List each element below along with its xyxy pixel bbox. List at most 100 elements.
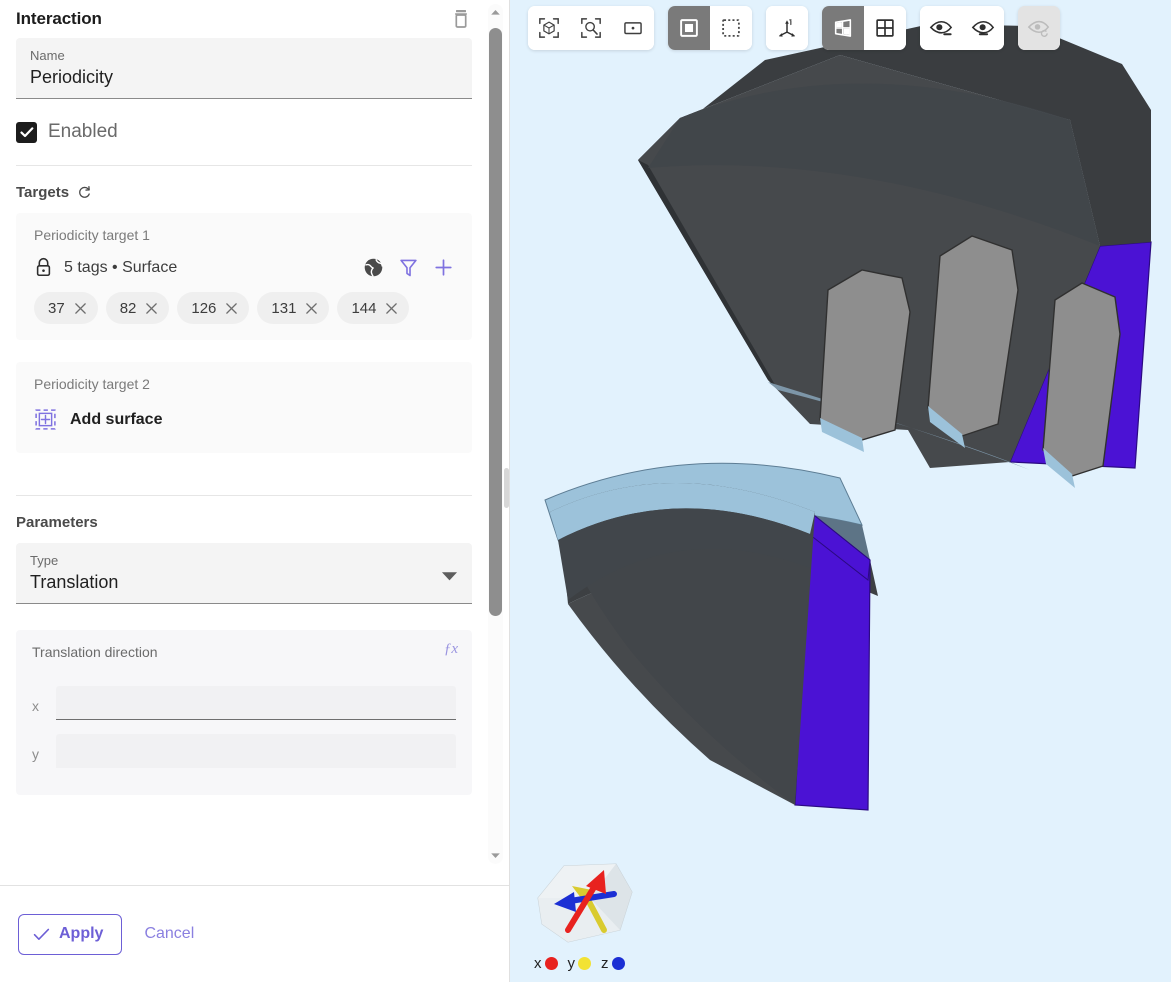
zoom-to-selection-icon (581, 18, 601, 38)
hide-selected-icon (929, 20, 953, 36)
enabled-checkbox[interactable] (16, 121, 37, 143)
axis-legend-y: y (568, 955, 591, 972)
panel-header: Interaction (0, 0, 488, 38)
apply-button[interactable]: Apply (18, 913, 123, 955)
direction-y-label: y (32, 746, 39, 762)
scroll-down-button[interactable] (489, 849, 502, 862)
delete-interaction-button[interactable] (448, 6, 474, 32)
select-solid-button[interactable] (668, 6, 710, 50)
visibility-group (920, 6, 1004, 50)
direction-x-input[interactable] (56, 686, 456, 720)
filter-icon (400, 259, 417, 276)
shaded-perspective-icon (834, 19, 852, 37)
magnet-slot-1[interactable] (819, 269, 911, 441)
close-icon (226, 302, 238, 314)
plus-icon (435, 259, 452, 276)
motor-sector-3d-model[interactable] (510, 0, 1171, 982)
enabled-label: Enabled (48, 121, 118, 142)
fx-icon[interactable]: ƒx (444, 641, 458, 658)
scroll-up-button[interactable] (489, 6, 502, 19)
target-1-row: 5 tags • Surface (34, 257, 454, 278)
parameters-section-header: Parameters (0, 496, 488, 543)
refresh-targets-button[interactable] (77, 185, 92, 200)
type-field-value: Translation (30, 572, 119, 592)
navigation-cube-graphic[interactable] (524, 854, 644, 954)
close-icon (306, 302, 318, 314)
panel-scroll-area: Interaction Name Periodicity Enabled Tar… (0, 0, 488, 884)
app-root: Interaction Name Periodicity Enabled Tar… (0, 0, 1171, 982)
remove-tag-button[interactable] (74, 302, 87, 315)
cancel-button[interactable]: Cancel (136, 925, 202, 943)
add-tag-button[interactable] (433, 257, 454, 278)
axis-z-dot-icon (611, 957, 625, 970)
view-fit-group (528, 6, 654, 50)
panel-scrollbar[interactable] (488, 4, 503, 864)
shaded-perspective-button[interactable] (822, 6, 864, 50)
target-1-title: Periodicity target 1 (34, 227, 150, 243)
zoom-window-button[interactable] (612, 6, 654, 50)
select-box-icon (722, 19, 740, 37)
show-only-selected-button[interactable] (962, 6, 1004, 50)
target-card-2: Periodicity target 2 Add surface (16, 362, 472, 453)
panel-resize-handle[interactable] (504, 468, 509, 508)
selection-mode-group (668, 6, 752, 50)
reset-visibility-icon (1027, 20, 1050, 37)
name-input[interactable]: Name Periodicity (16, 38, 472, 99)
tag-chip[interactable]: 37 (34, 292, 98, 324)
axis-triad-button[interactable] (766, 6, 808, 50)
remove-tag-button[interactable] (305, 302, 318, 315)
type-dropdown-arrow[interactable] (441, 569, 458, 587)
filter-button[interactable] (399, 258, 418, 278)
lock-button[interactable] (34, 257, 53, 278)
zoom-to-selection-button[interactable] (570, 6, 612, 50)
tag-label: 126 (191, 299, 217, 317)
tag-chip[interactable]: 131 (257, 292, 330, 324)
tag-chip[interactable]: 144 (337, 292, 410, 324)
tag-label: 82 (119, 299, 137, 317)
parameters-section-title: Parameters (16, 514, 98, 531)
direction-y-input[interactable] (56, 734, 456, 768)
globe-button[interactable] (363, 257, 384, 278)
enabled-row[interactable]: Enabled (0, 99, 488, 165)
grid-view-button[interactable] (864, 6, 906, 50)
remove-tag-button[interactable] (145, 302, 158, 315)
type-field-label: Type (30, 553, 59, 568)
axis-y-dot-icon (578, 957, 591, 970)
select-box-button[interactable] (710, 6, 752, 50)
target-1-summary: 5 tags • Surface (64, 258, 178, 276)
tag-chip[interactable]: 126 (177, 292, 250, 324)
fit-all-icon (539, 18, 559, 38)
check-icon (19, 126, 33, 137)
type-select[interactable]: Type Translation (16, 543, 472, 604)
axes-group (766, 6, 808, 50)
target-1-tags: 37 82 126 131 144 (34, 292, 454, 324)
tag-chip[interactable]: 82 (105, 292, 170, 324)
axis-legend-z-label: z (601, 955, 609, 972)
remove-tag-button[interactable] (385, 302, 398, 315)
name-field-label: Name (30, 48, 65, 63)
zoom-window-icon (624, 22, 642, 35)
scrollbar-thumb[interactable] (489, 28, 502, 616)
target-card-1: Periodicity target 1 5 tags • Surface 37… (16, 213, 472, 340)
tag-label: 144 (351, 299, 377, 317)
axis-legend-z: z (601, 955, 625, 972)
navigation-cube[interactable]: x y z (524, 854, 664, 976)
lock-icon (36, 257, 51, 277)
add-surface-label: Add surface (70, 410, 163, 428)
axis-triad-icon (778, 19, 796, 37)
interaction-panel: Interaction Name Periodicity Enabled Tar… (0, 0, 510, 982)
refresh-icon (79, 186, 90, 198)
hide-selected-button[interactable] (920, 6, 962, 50)
type-field-block: Type Translation (0, 543, 488, 604)
chevron-down-icon (441, 572, 458, 581)
select-solid-icon (680, 19, 698, 37)
fit-all-button[interactable] (528, 6, 570, 50)
direction-x-row: x (32, 686, 456, 720)
apply-label: Apply (59, 925, 104, 942)
close-icon (386, 302, 398, 314)
3d-viewport[interactable]: x y z (510, 0, 1171, 982)
remove-tag-button[interactable] (225, 302, 238, 315)
add-surface-button[interactable]: Add surface (34, 406, 454, 437)
tag-label: 131 (271, 299, 297, 317)
